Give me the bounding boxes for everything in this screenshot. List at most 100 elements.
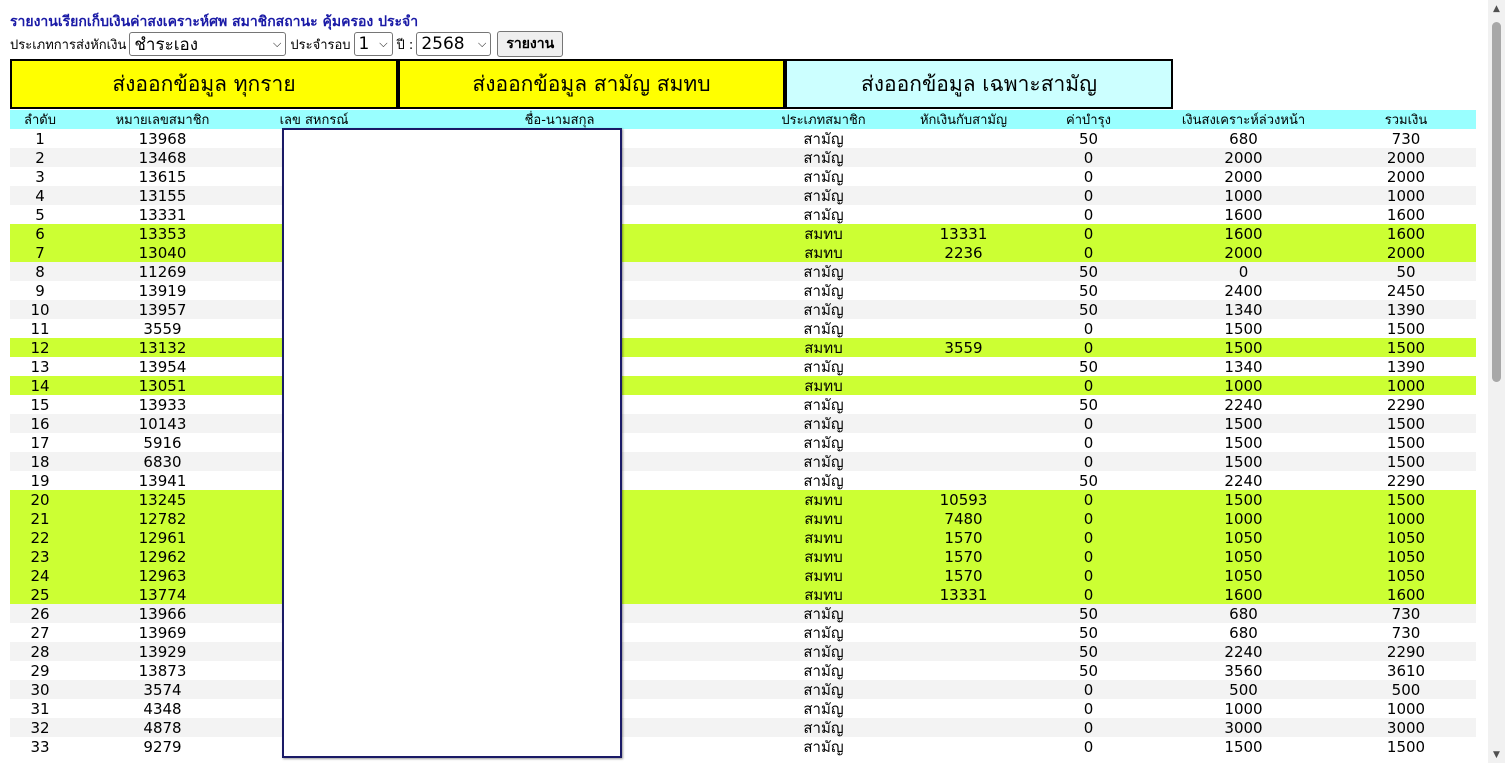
round-label: ประจำรอบ bbox=[290, 37, 351, 53]
cell-advance-payment: 1600 bbox=[1224, 224, 1263, 243]
cell-maintenance-fee: 0 bbox=[1083, 490, 1094, 509]
cell-advance-payment: 500 bbox=[1229, 680, 1258, 699]
arrow-up-icon[interactable]: ▲ bbox=[1488, 0, 1505, 17]
table-row: 8 11269 สามัญ 50 0 50 bbox=[10, 262, 1476, 281]
cell-advance-payment: 1500 bbox=[1224, 338, 1263, 357]
cell-total: 2000 bbox=[1386, 243, 1426, 262]
cell-advance-payment: 1340 bbox=[1224, 300, 1263, 319]
cell-total: 1600 bbox=[1386, 224, 1426, 243]
cell-member-no: 12962 bbox=[138, 547, 187, 566]
table-row: 11 3559 สามัญ 0 1500 1500 bbox=[10, 319, 1476, 338]
table-row: 21 12782 สมทบ 7480 0 1000 1000 bbox=[10, 509, 1476, 528]
table-row: 18 6830 สามัญ 0 1500 1500 bbox=[10, 452, 1476, 471]
export-regular-only-button[interactable]: ส่งออกข้อมูล เฉพาะสามัญ bbox=[785, 59, 1173, 109]
cell-total: 1390 bbox=[1386, 357, 1426, 376]
cell-maintenance-fee: 50 bbox=[1078, 129, 1099, 148]
cell-maintenance-fee: 50 bbox=[1078, 262, 1099, 281]
table-row: 27 13969 สามัญ 50 680 730 bbox=[10, 623, 1476, 642]
table-row: 19 13941 สามัญ 50 2240 2290 bbox=[10, 471, 1476, 490]
cell-member-no: 13919 bbox=[138, 281, 187, 300]
header-seq: ลำดับ bbox=[24, 113, 56, 128]
table-row: 2 13468 สามัญ 0 2000 2000 bbox=[10, 148, 1476, 167]
cell-advance-payment: 1050 bbox=[1224, 528, 1263, 547]
cell-maintenance-fee: 0 bbox=[1083, 680, 1094, 699]
redaction-box bbox=[282, 128, 622, 758]
chevron-down-icon: ⌵ bbox=[273, 37, 282, 50]
cell-member-no: 13353 bbox=[138, 224, 187, 243]
header-advance-payment: เงินสงเคราะห์ล่วงหน้า bbox=[1181, 113, 1306, 128]
cell-seq: 16 bbox=[30, 414, 50, 433]
cell-maintenance-fee: 50 bbox=[1078, 604, 1099, 623]
cell-maintenance-fee: 0 bbox=[1083, 718, 1094, 737]
cell-maintenance-fee: 0 bbox=[1083, 205, 1094, 224]
table-body: 1 13968 สามัญ 50 680 730 2 13468 สามัญ 0 2000 2000 3… bbox=[10, 129, 1476, 756]
table-row: 7 13040 สมทบ 2236 0 2000 2000 bbox=[10, 243, 1476, 262]
cell-maintenance-fee: 0 bbox=[1083, 338, 1094, 357]
cell-member-no: 13933 bbox=[138, 395, 187, 414]
table-row: 3 13615 สามัญ 0 2000 2000 bbox=[10, 167, 1476, 186]
cell-maintenance-fee: 50 bbox=[1078, 471, 1099, 490]
cell-seq: 33 bbox=[30, 737, 50, 756]
cell-total: 1050 bbox=[1386, 547, 1426, 566]
cell-member-no: 13132 bbox=[138, 338, 187, 357]
cell-seq: 30 bbox=[30, 680, 50, 699]
cell-seq: 18 bbox=[30, 452, 50, 471]
deduct-type-value: ชำระเอง bbox=[134, 34, 199, 55]
cell-advance-payment: 1000 bbox=[1224, 699, 1263, 718]
cell-seq: 26 bbox=[30, 604, 50, 623]
cell-seq: 14 bbox=[30, 376, 50, 395]
cell-maintenance-fee: 50 bbox=[1078, 395, 1099, 414]
cell-member-no: 13929 bbox=[138, 642, 187, 661]
cell-maintenance-fee: 50 bbox=[1078, 623, 1099, 642]
cell-advance-payment: 3000 bbox=[1224, 718, 1263, 737]
cell-advance-payment: 1600 bbox=[1224, 205, 1263, 224]
cell-total: 1050 bbox=[1386, 528, 1426, 547]
cell-member-no: 12782 bbox=[138, 509, 187, 528]
cell-advance-payment: 1500 bbox=[1224, 319, 1263, 338]
table-row: 1 13968 สามัญ 50 680 730 bbox=[10, 129, 1476, 148]
year-select[interactable]: 2568 ⌵ bbox=[416, 32, 492, 56]
cell-seq: 11 bbox=[30, 319, 50, 338]
cell-member-no: 13968 bbox=[138, 129, 187, 148]
cell-total: 1500 bbox=[1386, 319, 1426, 338]
cell-seq: 7 bbox=[35, 243, 45, 262]
cell-member-no: 12961 bbox=[138, 528, 187, 547]
vertical-scrollbar[interactable]: ▲ ▼ bbox=[1488, 0, 1505, 763]
cell-total: 1600 bbox=[1386, 585, 1426, 604]
table-row: 9 13919 สามัญ 50 2400 2450 bbox=[10, 281, 1476, 300]
table-row: 22 12961 สมทบ 1570 0 1050 1050 bbox=[10, 528, 1476, 547]
cell-advance-payment: 2000 bbox=[1224, 148, 1263, 167]
chevron-down-icon: ⌵ bbox=[477, 37, 487, 50]
deduct-type-select[interactable]: ชำระเอง ⌵ bbox=[129, 32, 287, 56]
cell-deduct-regular: 10593 bbox=[939, 490, 988, 509]
cell-seq: 25 bbox=[30, 585, 50, 604]
cell-member-no: 10143 bbox=[138, 414, 187, 433]
export-all-button[interactable]: ส่งออกข้อมูล ทุกราย bbox=[10, 59, 398, 109]
cell-maintenance-fee: 50 bbox=[1078, 357, 1099, 376]
cell-total: 1000 bbox=[1386, 509, 1426, 528]
report-button[interactable]: รายงาน bbox=[497, 31, 564, 57]
cell-seq: 27 bbox=[30, 623, 50, 642]
cell-advance-payment: 2400 bbox=[1224, 281, 1263, 300]
cell-maintenance-fee: 0 bbox=[1083, 737, 1094, 756]
export-regular-associate-button[interactable]: ส่งออกข้อมูล สามัญ สมทบ bbox=[398, 59, 785, 109]
page-title: รายงานเรียกเก็บเงินค่าสงเคราะห์ศพ สมาชิก… bbox=[10, 14, 419, 30]
scrollbar-thumb[interactable] bbox=[1492, 22, 1501, 382]
cell-member-no: 13331 bbox=[138, 205, 187, 224]
cell-member-no: 13957 bbox=[138, 300, 187, 319]
cell-seq: 28 bbox=[30, 642, 50, 661]
cell-maintenance-fee: 50 bbox=[1078, 661, 1099, 680]
cell-maintenance-fee: 0 bbox=[1083, 566, 1094, 585]
cell-total: 1500 bbox=[1386, 414, 1426, 433]
cell-maintenance-fee: 0 bbox=[1083, 452, 1094, 471]
table-row: 6 13353 สมทบ 13331 0 1600 1600 bbox=[10, 224, 1476, 243]
arrow-down-icon[interactable]: ▼ bbox=[1488, 746, 1505, 763]
round-select[interactable]: 1 ⌵ bbox=[353, 32, 393, 56]
cell-deduct-regular: 2236 bbox=[944, 243, 983, 262]
cell-maintenance-fee: 50 bbox=[1078, 300, 1099, 319]
header-maintenance-fee: ค่าบำรุง bbox=[1066, 113, 1111, 128]
cell-advance-payment: 1500 bbox=[1224, 414, 1263, 433]
cell-maintenance-fee: 0 bbox=[1083, 224, 1094, 243]
table-row: 20 13245 สมทบ 10593 0 1500 1500 bbox=[10, 490, 1476, 509]
cell-member-no: 13245 bbox=[138, 490, 187, 509]
